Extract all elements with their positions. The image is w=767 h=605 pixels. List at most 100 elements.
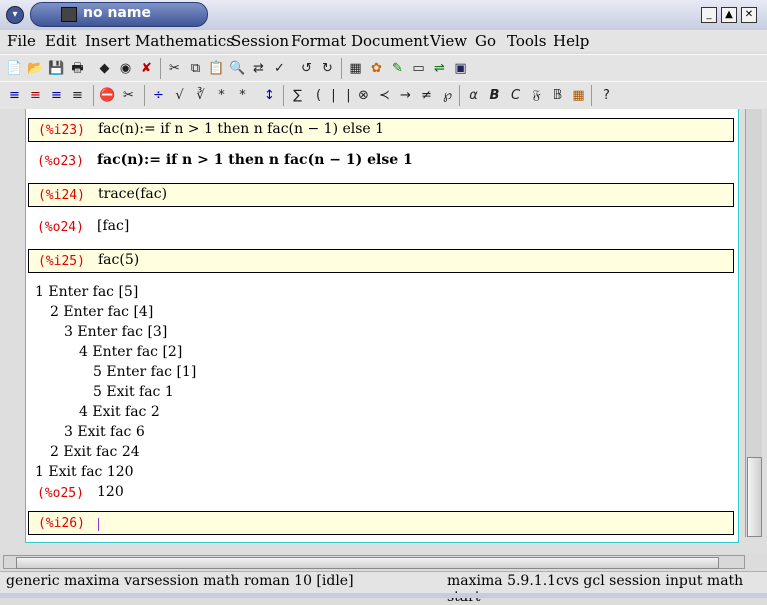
copy-icon[interactable]: ⧉ <box>187 60 204 77</box>
trace-line: 2 Enter fac [4] <box>50 304 154 320</box>
paste-icon[interactable]: 📋 <box>208 60 225 77</box>
horizontal-scroll-thumb[interactable] <box>16 557 719 569</box>
spell-icon[interactable]: ✓ <box>271 60 288 77</box>
input-text[interactable]: trace(fac) <box>98 186 167 202</box>
output-label: (%o23) <box>37 154 84 169</box>
toolbar-separator <box>459 85 460 106</box>
neq-icon[interactable]: ≠ <box>418 87 435 104</box>
greek-icon[interactable]: α <box>465 87 482 104</box>
toolbar-separator <box>591 85 592 106</box>
app-icon <box>61 7 77 22</box>
menu-view[interactable]: View <box>430 32 467 50</box>
input-label: (%i25) <box>38 254 85 269</box>
window-title: no name <box>83 5 151 21</box>
fraction-icon[interactable]: ÷ <box>150 87 167 104</box>
print-icon[interactable]: 🖶 <box>69 60 86 77</box>
minimize-button[interactable]: _ <box>701 7 717 23</box>
toolbar-separator <box>160 58 161 79</box>
stop-icon[interactable]: ⛔ <box>99 87 116 104</box>
align-left-icon[interactable]: ≡ <box>6 87 23 104</box>
window-border <box>0 593 767 598</box>
align-center-icon[interactable]: ≡ <box>27 87 44 104</box>
trace-line: 4 Enter fac [2] <box>79 344 183 360</box>
session-document[interactable]: (%i23) fac(n):= if n > 1 then n fac(n − … <box>25 109 739 543</box>
weierstrass-icon[interactable]: ℘ <box>439 87 456 104</box>
input-label: (%i23) <box>38 123 85 138</box>
output-label: (%o25) <box>37 486 84 501</box>
menu-file[interactable]: File <box>7 32 36 50</box>
bookmark-icon[interactable]: ◆ <box>96 60 113 77</box>
replace-icon[interactable]: ⇄ <box>250 60 267 77</box>
input-cell[interactable]: (%i25) fac(5) <box>28 249 734 273</box>
toolbar-format: ≡ ≡ ≡ ≡ ⛔ ✂ ÷ √ ∛ * * ↕ ∑ ( | | ⊗ ≺ → ≠ … <box>0 81 767 110</box>
input-cell[interactable]: (%i23) fac(n):= if n > 1 then n fac(n − … <box>28 118 734 142</box>
output-text: fac(n):= if n > 1 then n fac(n − 1) else… <box>97 152 413 168</box>
nth-root-icon[interactable]: ∛ <box>192 87 209 104</box>
input-cell-active[interactable]: (%i26) <box>28 511 734 535</box>
trace-line: 4 Exit fac 2 <box>79 404 160 420</box>
blackboard-icon[interactable]: 𝔹 <box>549 87 566 104</box>
close-doc-icon[interactable]: ✘ <box>138 60 155 77</box>
frame-icon[interactable]: ▭ <box>410 60 427 77</box>
output-text: 120 <box>97 484 124 500</box>
table-icon[interactable]: ▦ <box>347 60 364 77</box>
window-menu-button[interactable]: ▾ <box>6 6 24 24</box>
screen-icon[interactable]: ▣ <box>452 60 469 77</box>
menu-format[interactable]: Format <box>291 32 346 50</box>
vertical-scroll-thumb[interactable] <box>747 457 762 537</box>
justify-icon[interactable]: ≡ <box>69 87 86 104</box>
menu-go[interactable]: Go <box>475 32 496 50</box>
toolbar-main: 📄 📂 💾 🖶 ◆ ◉ ✘ ✂ ⧉ 📋 🔍 ⇄ ✓ ↺ ↻ ▦ ✿ ✎ ▭ ⇌ … <box>0 54 767 83</box>
fraktur-icon[interactable]: 𝔉 <box>528 87 545 104</box>
input-label: (%i24) <box>38 188 85 203</box>
input-text[interactable]: fac(5) <box>98 252 139 268</box>
above-below-icon[interactable]: ↕ <box>261 87 278 104</box>
color-icon[interactable]: ▦ <box>570 87 587 104</box>
otimes-icon[interactable]: ⊗ <box>355 87 372 104</box>
sqrt-icon[interactable]: √ <box>171 87 188 104</box>
trace-line: 3 Enter fac [3] <box>64 324 168 340</box>
bold-icon[interactable]: B <box>486 87 503 104</box>
menu-session[interactable]: Session <box>231 32 289 50</box>
cut-icon[interactable]: ✂ <box>166 60 183 77</box>
menu-tools[interactable]: Tools <box>507 32 546 50</box>
trace-line: 1 Exit fac 120 <box>35 464 134 480</box>
link-icon[interactable]: ⇌ <box>431 60 448 77</box>
maximize-button[interactable]: ▲ <box>721 7 737 23</box>
scissors-icon[interactable]: ✂ <box>120 87 137 104</box>
subscript-icon[interactable]: * <box>213 87 230 104</box>
menu-edit[interactable]: Edit <box>45 32 76 50</box>
menu-insert[interactable]: Insert <box>85 32 130 50</box>
undo-icon[interactable]: ↺ <box>298 60 315 77</box>
horizontal-scrollbar[interactable] <box>3 555 745 569</box>
input-cell[interactable]: (%i24) trace(fac) <box>28 183 734 207</box>
toolbar-separator <box>144 85 145 106</box>
output-text: [fac] <box>97 218 130 234</box>
new-file-icon[interactable]: 📄 <box>6 60 23 77</box>
calligraphic-icon[interactable]: C <box>507 87 524 104</box>
menu-mathematics[interactable]: Mathematics <box>135 32 234 50</box>
pen-icon[interactable]: ✎ <box>389 60 406 77</box>
input-text[interactable]: fac(n):= if n > 1 then n fac(n − 1) else… <box>98 121 384 137</box>
globe-icon[interactable]: ◉ <box>117 60 134 77</box>
trace-line: 2 Exit fac 24 <box>50 444 140 460</box>
menu-document[interactable]: Document <box>351 32 429 50</box>
output-label: (%o24) <box>37 220 84 235</box>
find-icon[interactable]: 🔍 <box>229 60 246 77</box>
prec-icon[interactable]: ≺ <box>376 87 393 104</box>
save-icon[interactable]: 💾 <box>48 60 65 77</box>
image-icon[interactable]: ✿ <box>368 60 385 77</box>
superscript-icon[interactable]: * <box>234 87 251 104</box>
align-right-icon[interactable]: ≡ <box>48 87 65 104</box>
open-file-icon[interactable]: 📂 <box>27 60 44 77</box>
trace-line: 1 Enter fac [5] <box>35 284 139 300</box>
arrow-icon[interactable]: → <box>397 87 414 104</box>
menu-help[interactable]: Help <box>553 32 589 50</box>
title-pill[interactable]: no name <box>30 2 208 27</box>
redo-icon[interactable]: ↻ <box>319 60 336 77</box>
close-button[interactable]: ✕ <box>741 7 757 23</box>
vertical-scrollbar[interactable] <box>745 109 762 537</box>
help-icon[interactable]: ? <box>598 87 615 104</box>
sum-icon[interactable]: ∑ <box>289 87 306 104</box>
status-right: maxima 5.9.1.1cvs gcl session input math… <box>447 573 744 605</box>
